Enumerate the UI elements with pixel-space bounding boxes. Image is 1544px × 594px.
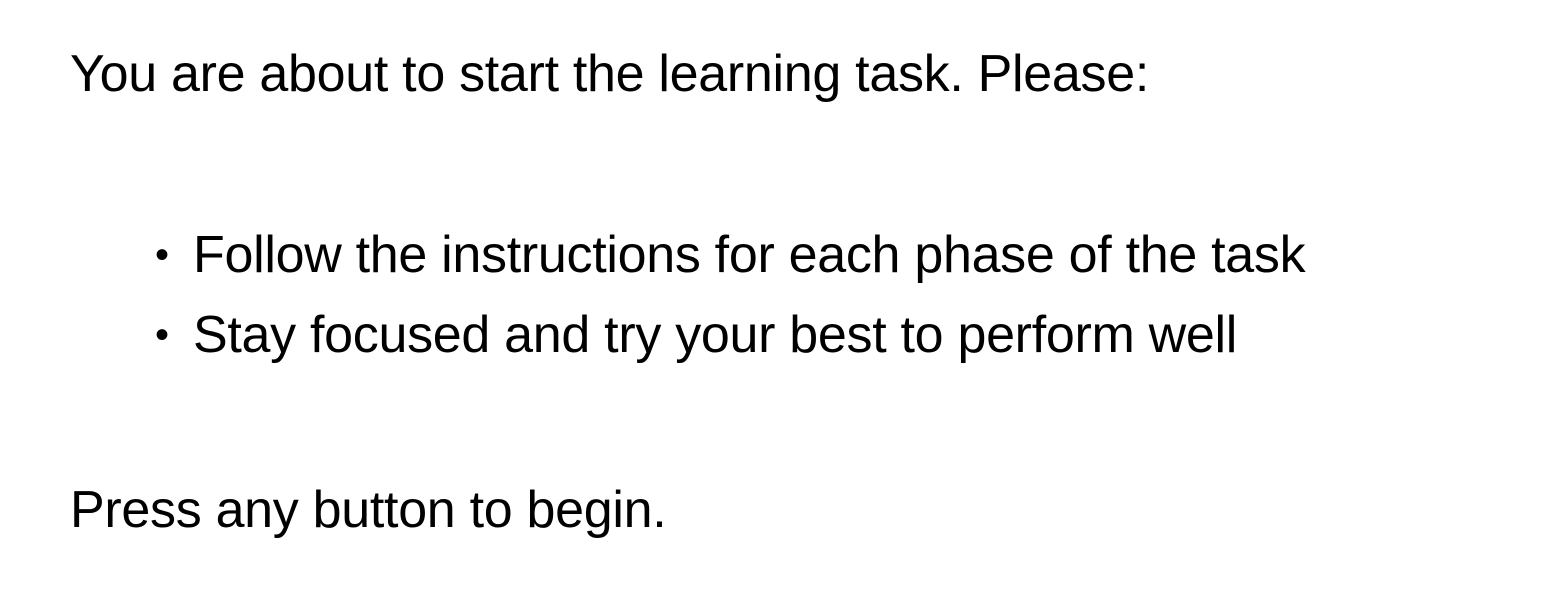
list-item: • Follow the instructions for each phase… [155, 215, 1306, 295]
intro-text: You are about to start the learning task… [70, 45, 1149, 103]
list-item-text: Follow the instructions for each phase o… [193, 226, 1306, 284]
bullet-icon: • [155, 233, 169, 277]
bullet-icon: • [155, 313, 169, 357]
instruction-screen[interactable]: You are about to start the learning task… [0, 0, 1544, 594]
begin-prompt: Press any button to begin. [70, 481, 667, 539]
list-item-text: Stay focused and try your best to perfor… [193, 306, 1238, 364]
list-item: • Stay focused and try your best to perf… [155, 295, 1305, 375]
instruction-list: • Follow the instructions for each phase… [155, 215, 1306, 375]
